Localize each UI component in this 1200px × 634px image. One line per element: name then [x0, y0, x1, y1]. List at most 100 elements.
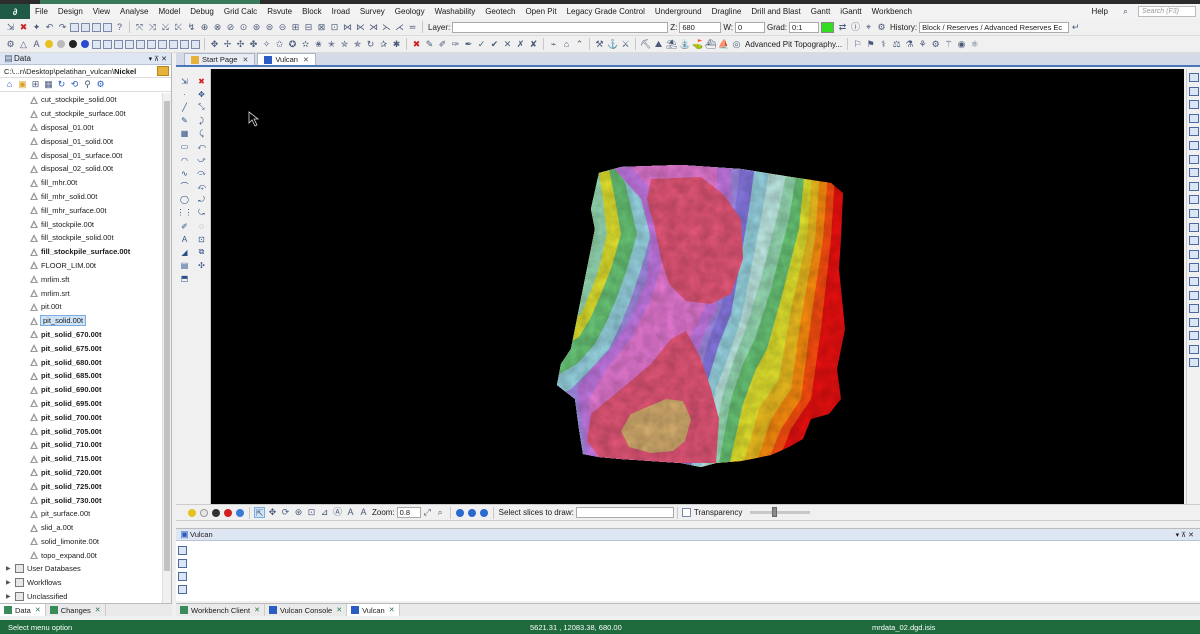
tree-item[interactable]: solid_limonite.00t	[0, 535, 162, 549]
style-icon[interactable]: A	[358, 507, 369, 518]
label-icon[interactable]: ◢	[177, 247, 192, 257]
transparency-checkbox[interactable]	[681, 508, 691, 517]
colour-swatch[interactable]	[821, 21, 834, 33]
tree-item[interactable]: pit_solid_730.00t	[0, 493, 162, 507]
menu-item-underground[interactable]: Underground	[650, 4, 707, 19]
snap21-icon[interactable]: ⋌	[394, 22, 405, 33]
side-tool-icon[interactable]	[1188, 86, 1199, 96]
rotate-icon[interactable]: ↻	[365, 39, 376, 50]
menu-item-debug[interactable]: Debug	[185, 4, 219, 19]
tree-item[interactable]: FLOOR_LIM.00t	[0, 259, 162, 273]
cut-icon[interactable]: ⤺	[194, 142, 209, 152]
pan-icon[interactable]: ✥	[267, 507, 278, 518]
side-tool-icon[interactable]	[1188, 140, 1199, 150]
settings-icon[interactable]: ⚙	[95, 79, 106, 90]
side-tool-icon[interactable]	[1188, 358, 1199, 368]
side-tool-icon[interactable]	[1188, 276, 1199, 286]
tree-item[interactable]: fill_stockpile_surface.00t	[0, 245, 162, 259]
info-icon[interactable]: ⓘ	[850, 22, 861, 33]
move-icon[interactable]: ✥	[194, 89, 209, 99]
edit2-icon[interactable]: ✐	[437, 39, 448, 50]
edit8-icon[interactable]: ✗	[515, 39, 526, 50]
circle-icon[interactable]: ◯	[177, 195, 192, 205]
tree-item[interactable]: disposal_01.00t	[0, 121, 162, 135]
curve-icon[interactable]: ∿	[177, 168, 192, 178]
menu-item-igantt[interactable]: iGantt	[835, 4, 866, 19]
tree-item[interactable]: pit_solid.00t	[0, 314, 162, 328]
edit-icon[interactable]: ✎	[424, 39, 435, 50]
tree-group[interactable]: ▶ User Databases	[0, 562, 162, 576]
tool3-icon[interactable]: ⚔	[620, 39, 631, 50]
misc-icon[interactable]: ⚐	[852, 39, 863, 50]
console-check-icon[interactable]	[178, 585, 187, 594]
snap16-icon[interactable]: ⊡	[329, 22, 340, 33]
expand-arrow-icon[interactable]: ▶	[6, 579, 12, 586]
pen-icon[interactable]: ✐	[177, 221, 192, 231]
w-input[interactable]: 0	[734, 21, 765, 33]
menu-item-analyse[interactable]: Analyse	[115, 4, 153, 19]
point-icon[interactable]: ·	[177, 89, 192, 99]
tree-item[interactable]: pit_solid_680.00t	[0, 355, 162, 369]
side-tool-icon[interactable]	[1188, 113, 1199, 123]
layer4-icon[interactable]	[125, 39, 134, 49]
black-ball-icon[interactable]	[212, 508, 220, 517]
menu-item-drill-and-blast[interactable]: Drill and Blast	[746, 4, 805, 19]
menu-item-block[interactable]: Block	[297, 4, 327, 19]
layer5-icon[interactable]	[136, 39, 145, 49]
view-globe-icon[interactable]	[455, 508, 464, 517]
table-icon[interactable]: ▤	[177, 261, 192, 271]
tree-item[interactable]: cut_stockpile_solid.00t	[0, 93, 162, 107]
pointer-icon[interactable]: ⇱	[254, 507, 265, 518]
extend-icon[interactable]: ✣	[194, 261, 209, 271]
tree-item[interactable]: pit_solid_670.00t	[0, 328, 162, 342]
edit3-icon[interactable]: ✑	[450, 39, 461, 50]
folder-icon[interactable]	[157, 66, 169, 76]
filter-icon[interactable]: ⚲	[82, 79, 93, 90]
menu-item-geotech[interactable]: Geotech	[480, 4, 520, 19]
slices-dropdown[interactable]	[575, 507, 674, 518]
pit7-icon[interactable]: ⛵	[718, 39, 729, 50]
move4-icon[interactable]: ✤	[248, 39, 259, 50]
insert-icon[interactable]: ⤽	[194, 182, 209, 192]
side-tool-icon[interactable]	[1188, 168, 1199, 178]
move9-icon[interactable]: ✬	[313, 39, 324, 50]
move7-icon[interactable]: ✪	[287, 39, 298, 50]
move14-icon[interactable]: ✱	[391, 39, 402, 50]
layer-icon[interactable]	[92, 39, 101, 49]
select-icon[interactable]: ⇲	[177, 76, 192, 86]
snap8-icon[interactable]: ⊘	[225, 22, 236, 33]
menu-item-survey[interactable]: Survey	[355, 4, 390, 19]
advanced-pit-label[interactable]: Advanced Pit Topography...	[745, 40, 842, 49]
layer7-icon[interactable]	[158, 39, 167, 49]
snap11-icon[interactable]: ⊜	[264, 22, 275, 33]
side-tool-icon[interactable]	[1188, 344, 1199, 354]
move-icon[interactable]: ✥	[209, 39, 220, 50]
console-arrow-icon[interactable]	[178, 546, 187, 555]
tree-item[interactable]: fill_mhr.00t	[0, 176, 162, 190]
zoom-fit-icon[interactable]: ⌕	[435, 507, 446, 518]
pit6-icon[interactable]: ⛴	[705, 39, 716, 50]
new-icon[interactable]	[70, 22, 79, 32]
3d-viewport[interactable]	[211, 69, 1184, 504]
snap22-icon[interactable]: ⋍	[407, 22, 418, 33]
view-globe3-icon[interactable]	[479, 508, 488, 517]
tree-item[interactable]: disposal_01_solid.00t	[0, 134, 162, 148]
doc-tab-start-page[interactable]: Start Page ✕	[184, 53, 256, 65]
folder-path[interactable]: C:\...n\Desktop\pelatihan_vulcan\ Nickel	[0, 65, 171, 78]
tree-item[interactable]: pit_solid_705.00t	[0, 424, 162, 438]
side-tool-icon[interactable]	[1188, 154, 1199, 164]
cancel-icon[interactable]: ✖	[411, 39, 422, 50]
edit6-icon[interactable]: ✔	[489, 39, 500, 50]
side-tool-icon[interactable]	[1188, 208, 1199, 218]
edit9-icon[interactable]: ✘	[528, 39, 539, 50]
line-icon[interactable]: ╱	[177, 102, 192, 112]
save-icon[interactable]	[81, 22, 90, 32]
snap9-icon[interactable]: ⊙	[238, 22, 249, 33]
white-ball-icon[interactable]	[200, 508, 208, 517]
transparency-slider[interactable]	[750, 507, 811, 517]
menu-item-design[interactable]: Design	[53, 4, 88, 19]
text-icon[interactable]: A	[345, 507, 356, 518]
move13-icon[interactable]: ✰	[378, 39, 389, 50]
tree-item[interactable]: pit_solid_700.00t	[0, 410, 162, 424]
menu-item-open-pit[interactable]: Open Pit	[520, 4, 561, 19]
